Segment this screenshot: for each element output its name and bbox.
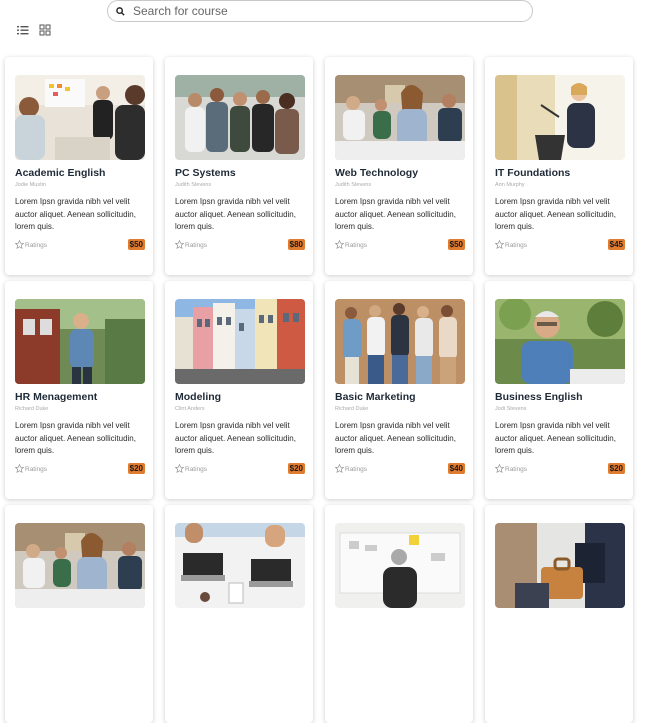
course-card[interactable] (485, 505, 633, 723)
course-title[interactable]: HR Menagement (15, 391, 147, 403)
price-badge: $50 (447, 239, 465, 250)
course-rating[interactable]: Ratings (334, 239, 368, 251)
price-badge: $45 (607, 239, 625, 250)
course-author: Jodie Mustin (15, 182, 46, 188)
course-description: Lorem Ipsn gravida nibh vel velit auctor… (175, 197, 296, 231)
rating-label: Ratings (185, 242, 208, 249)
rating-label: Ratings (505, 466, 528, 473)
star-icon (14, 239, 25, 251)
star-icon (494, 239, 505, 251)
course-title[interactable]: Modeling (175, 391, 307, 403)
star-icon (174, 463, 185, 475)
course-title[interactable]: PC Systems (175, 167, 307, 179)
grid-view-icon[interactable] (39, 23, 53, 37)
course-description: Lorem Ipsn gravida nibh vel velit auctor… (495, 197, 616, 231)
price-badge: $20 (607, 463, 625, 474)
course-rating[interactable]: Ratings (334, 463, 368, 475)
star-icon (174, 239, 185, 251)
course-rating[interactable]: Ratings (14, 463, 48, 475)
course-image[interactable] (335, 75, 465, 160)
rating-label: Ratings (25, 466, 48, 473)
rating-label: Ratings (345, 466, 368, 473)
course-author: Richard Duke (335, 406, 369, 412)
course-card[interactable]: Modeling Clint Anders Lorem Ipsn gravida n… (165, 281, 313, 499)
course-card[interactable]: Academic English Jodie Mustin Lorem Ipsn g… (5, 57, 153, 275)
course-author: Jodi Stevens (495, 406, 527, 412)
star-icon (334, 239, 345, 251)
course-rating[interactable]: Ratings (494, 463, 528, 475)
course-image[interactable] (15, 523, 145, 608)
search-bar (107, 0, 533, 22)
price-badge: $40 (447, 463, 465, 474)
list-view-icon[interactable] (17, 23, 31, 37)
search-input[interactable] (130, 2, 513, 20)
course-title[interactable]: Web Technology (335, 167, 467, 179)
course-description: Lorem Ipsn gravida nibh vel velit auctor… (175, 421, 296, 455)
course-author: Richard Duke (15, 406, 49, 412)
course-description: Lorem Ipsn gravida nibh vel velit auctor… (335, 421, 456, 455)
course-rating[interactable]: Ratings (174, 463, 208, 475)
price-badge: $20 (127, 463, 145, 474)
course-description: Lorem Ipsn gravida nibh vel velit auctor… (335, 197, 456, 231)
course-image[interactable] (175, 299, 305, 384)
course-image[interactable] (495, 299, 625, 384)
course-image[interactable] (495, 523, 625, 608)
course-description: Lorem Ipsn gravida nibh vel velit auctor… (495, 421, 616, 455)
price-badge: $20 (287, 463, 305, 474)
course-author: Ann Murphy (495, 182, 525, 188)
course-image[interactable] (175, 523, 305, 608)
rating-label: Ratings (345, 242, 368, 249)
course-title[interactable]: IT Foundations (495, 167, 627, 179)
price-badge: $50 (127, 239, 145, 250)
star-icon (14, 463, 25, 475)
course-card[interactable]: IT Foundations Ann Murphy Lorem Ipsn gravi… (485, 57, 633, 275)
course-image[interactable] (175, 75, 305, 160)
search-icon (116, 4, 130, 18)
course-card[interactable]: Business English Jodi Stevens Lorem Ipsn g… (485, 281, 633, 499)
course-title[interactable]: Academic English (15, 167, 147, 179)
course-card[interactable]: HR Menagement Richard Duke Lorem Ipsn grav… (5, 281, 153, 499)
course-title[interactable]: Basic Marketing (335, 391, 467, 403)
rating-label: Ratings (185, 466, 208, 473)
rating-label: Ratings (25, 242, 48, 249)
price-badge: $80 (287, 239, 305, 250)
course-description: Lorem Ipsn gravida nibh vel velit auctor… (15, 421, 136, 455)
course-card[interactable] (325, 505, 473, 723)
course-card[interactable]: PC Systems Judith Stevens Lorem Ipsn gravi… (165, 57, 313, 275)
course-author: Judith Stevens (175, 182, 212, 188)
course-image[interactable] (15, 75, 145, 160)
rating-label: Ratings (505, 242, 528, 249)
course-card[interactable]: Web Technology Judith Stevens Lorem Ipsn g… (325, 57, 473, 275)
course-card[interactable] (5, 505, 153, 723)
course-card[interactable] (165, 505, 313, 723)
course-rating[interactable]: Ratings (174, 239, 208, 251)
course-image[interactable] (495, 75, 625, 160)
course-title[interactable]: Business English (495, 391, 627, 403)
course-card[interactable]: Basic Marketing Richard Duke Lorem Ipsn gr… (325, 281, 473, 499)
star-icon (494, 463, 505, 475)
star-icon (334, 463, 345, 475)
course-author: Clint Anders (175, 406, 205, 412)
course-image[interactable] (335, 523, 465, 608)
course-rating[interactable]: Ratings (494, 239, 528, 251)
course-rating[interactable]: Ratings (14, 239, 48, 251)
course-author: Judith Stevens (335, 182, 372, 188)
course-image[interactable] (335, 299, 465, 384)
course-description: Lorem Ipsn gravida nibh vel velit auctor… (15, 197, 136, 231)
course-image[interactable] (15, 299, 145, 384)
